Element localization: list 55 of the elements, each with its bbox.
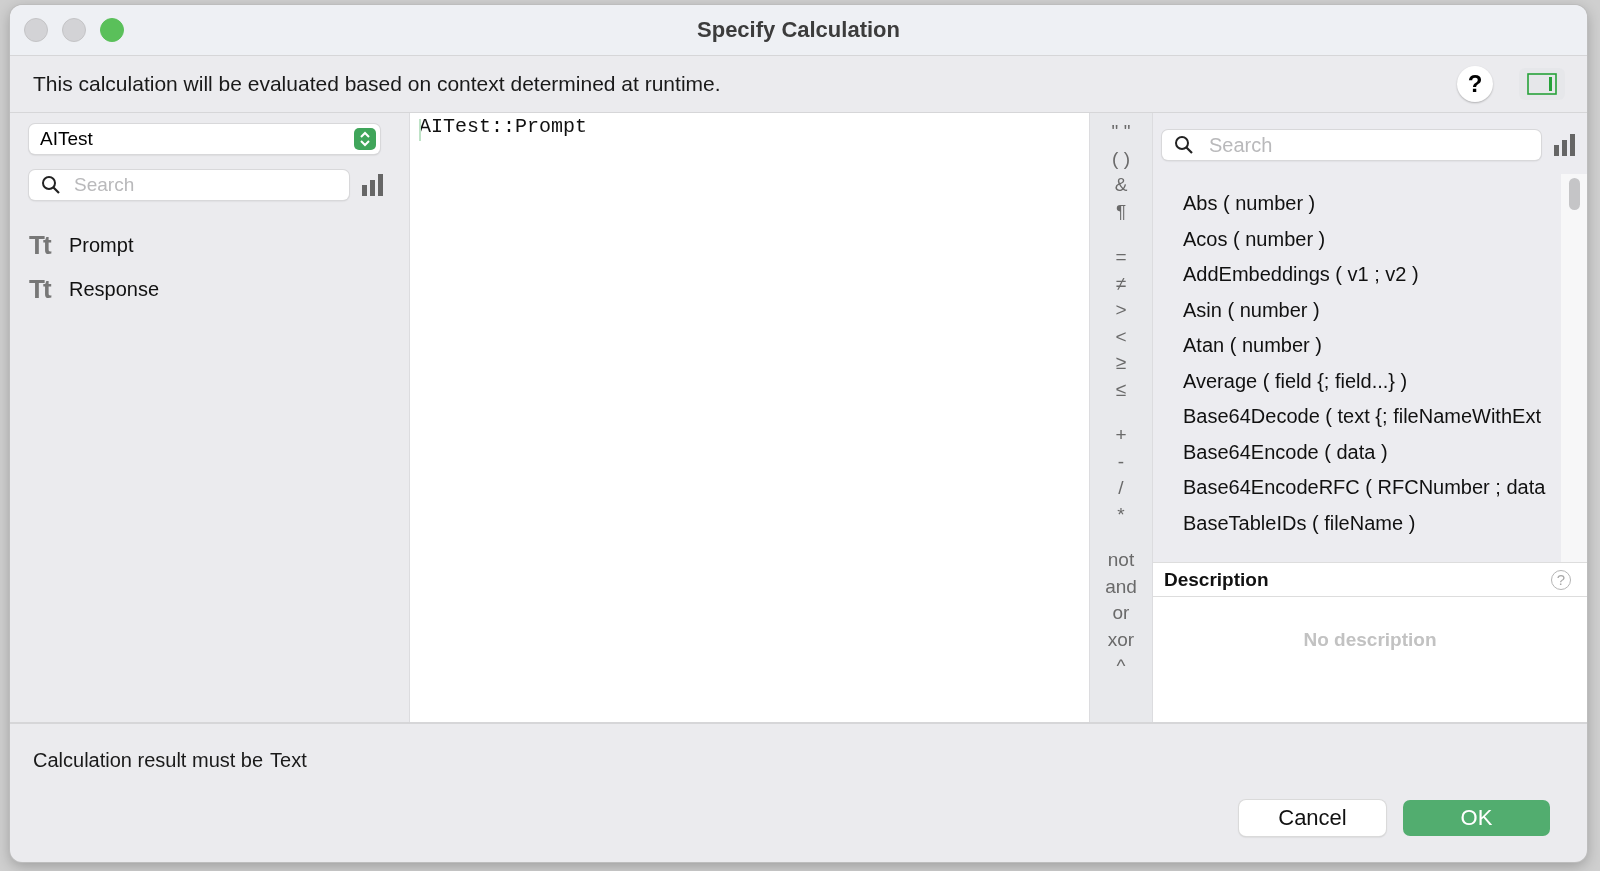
- operator-button[interactable]: +: [1115, 422, 1127, 449]
- text-type-icon: Tt: [29, 230, 59, 261]
- chart-icon[interactable]: [1553, 133, 1577, 157]
- result-type: Text: [270, 749, 307, 772]
- window-title: Specify Calculation: [697, 17, 900, 42]
- search-field[interactable]: Search: [29, 170, 349, 200]
- operator-button[interactable]: ≤: [1115, 376, 1127, 403]
- function-item[interactable]: Base64EncodeRFC ( RFCNumber ; data: [1183, 476, 1561, 500]
- operator-button[interactable]: &: [1114, 172, 1128, 199]
- ok-button[interactable]: OK: [1403, 800, 1550, 836]
- operator-button[interactable]: or: [1112, 600, 1130, 627]
- function-item[interactable]: BaseTableIDs ( fileName ): [1183, 511, 1561, 535]
- function-item[interactable]: AddEmbeddings ( v1 ; v2 ): [1183, 263, 1561, 287]
- info-text: This calculation will be evaluated based on context determined at runtime.: [33, 72, 722, 96]
- function-item[interactable]: Average ( field {; field...} ): [1183, 369, 1561, 393]
- chart-icon[interactable]: [361, 173, 385, 197]
- operator-button[interactable]: ^: [1116, 653, 1126, 680]
- operator-button[interactable]: ≠: [1115, 270, 1127, 297]
- close-button[interactable]: [24, 18, 48, 42]
- operator-button[interactable]: -: [1117, 448, 1125, 475]
- operator-button[interactable]: not: [1107, 547, 1135, 574]
- scrollbar-thumb[interactable]: [1568, 178, 1580, 210]
- search-icon: [41, 175, 61, 195]
- operator-button[interactable]: >: [1115, 297, 1127, 324]
- operator-button[interactable]: " ": [1111, 119, 1131, 146]
- operator-button[interactable]: xor: [1107, 626, 1135, 653]
- sidebar-toggle-button[interactable]: [1519, 68, 1565, 100]
- formula-text[interactable]: AITest::Prompt: [419, 115, 588, 138]
- stepper-icon: [354, 128, 376, 150]
- operator-button[interactable]: ≥: [1115, 350, 1127, 377]
- description-heading: Description: [1164, 568, 1269, 591]
- operator-button[interactable]: ¶: [1115, 198, 1127, 225]
- operator-button[interactable]: /: [1118, 475, 1124, 502]
- function-item[interactable]: Base64Decode ( text {; fileNameWithExt: [1183, 405, 1561, 429]
- result-label: Calculation result must be: [33, 749, 264, 772]
- function-item[interactable]: Abs ( number ): [1183, 192, 1561, 216]
- field-item[interactable]: Prompt: [69, 234, 134, 257]
- function-item[interactable]: Atan ( number ): [1183, 334, 1561, 358]
- operator-button[interactable]: =: [1115, 244, 1127, 271]
- search-field[interactable]: Search: [1162, 130, 1541, 160]
- minimize-button[interactable]: [62, 18, 86, 42]
- table-popup[interactable]: AITest: [29, 124, 380, 154]
- help-button[interactable]: ?: [1457, 66, 1493, 102]
- function-item[interactable]: Base64Encode ( data ): [1183, 440, 1561, 464]
- cancel-button[interactable]: Cancel: [1239, 800, 1386, 836]
- operator-button[interactable]: <: [1115, 323, 1127, 350]
- function-item[interactable]: Asin ( number ): [1183, 298, 1561, 322]
- operator-button[interactable]: ( ): [1112, 145, 1130, 172]
- zoom-button[interactable]: [100, 18, 124, 42]
- search-icon: [1174, 135, 1194, 155]
- field-item[interactable]: Response: [69, 278, 160, 301]
- function-item[interactable]: Acos ( number ): [1183, 227, 1561, 251]
- text-type-icon: Tt: [29, 274, 59, 305]
- operator-button[interactable]: and: [1105, 573, 1137, 600]
- operator-button[interactable]: *: [1117, 501, 1125, 528]
